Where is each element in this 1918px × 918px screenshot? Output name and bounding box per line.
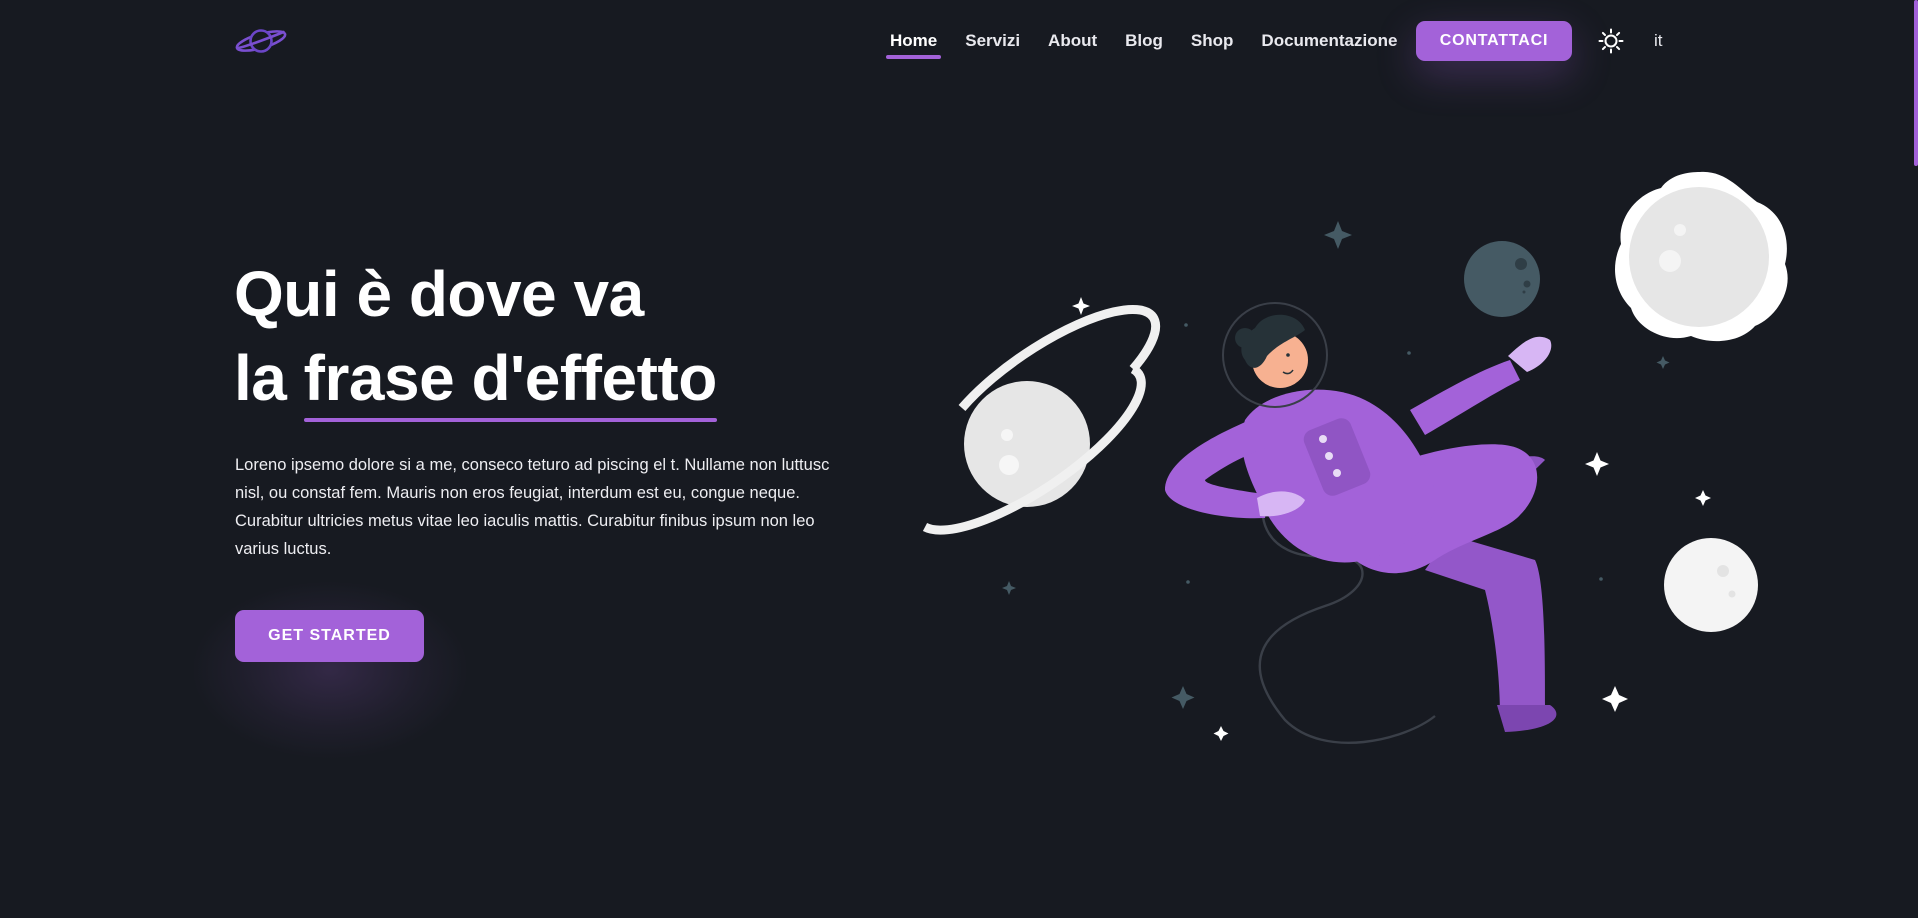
nav-shop[interactable]: Shop — [1191, 20, 1234, 62]
dark-moon-icon — [1464, 241, 1540, 317]
language-selector[interactable]: it — [1654, 20, 1663, 62]
planet-logo-icon[interactable] — [234, 24, 288, 58]
nav-servizi[interactable]: Servizi — [965, 20, 1020, 62]
hero-title: Qui è dove va la frase d'effetto — [234, 252, 717, 422]
saturn-icon — [922, 304, 1161, 535]
nav-blog[interactable]: Blog — [1125, 20, 1163, 62]
main-nav: Home Servizi About Blog Shop Documentazi… — [885, 20, 1425, 62]
button-glow — [190, 580, 470, 760]
wavy-moon-icon — [1615, 171, 1788, 342]
nav-about[interactable]: About — [1048, 20, 1097, 62]
hero-title-highlight: frase d'effetto — [303, 342, 717, 422]
get-started-button[interactable]: GET STARTED — [235, 610, 424, 662]
astronaut-illustration — [922, 171, 1788, 744]
nav-home[interactable]: Home — [885, 20, 942, 62]
contact-button[interactable]: CONTATTACI — [1416, 21, 1572, 61]
small-moon-icon — [1664, 538, 1758, 632]
hero-title-line2-prefix: la — [234, 342, 304, 414]
page: Home Servizi About Blog Shop Documentazi… — [0, 0, 1918, 918]
scrollbar-thumb[interactable] — [1914, 0, 1918, 166]
hero-title-line1: Qui è dove va — [234, 258, 644, 330]
nav-documentazione[interactable]: Documentazione — [1261, 20, 1397, 62]
sun-icon[interactable] — [1598, 28, 1624, 54]
astronaut-figure — [1165, 302, 1557, 732]
hero-paragraph: Loreno ipsemo dolore si a me, conseco te… — [235, 456, 830, 558]
